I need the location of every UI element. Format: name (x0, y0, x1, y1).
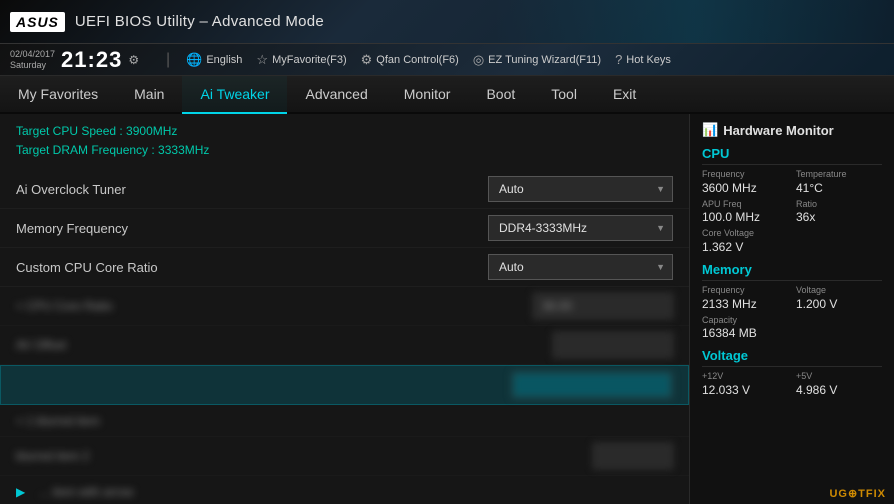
watermark: UG⊕TFIX (829, 487, 886, 500)
blurred-row-1: + CPU Core Ratio 36.00 (0, 287, 689, 326)
cpu-core-ratio-select[interactable]: Auto Sync All Cores Per Core (488, 254, 673, 280)
hw-voltage-section: Voltage (702, 348, 882, 367)
memory-freq-select-wrapper[interactable]: Auto DDR4-2133MHz DDR4-2400MHz DDR4-2666… (488, 215, 673, 241)
blurred-row-4: + 1 blurred item (0, 405, 689, 437)
hw-memory-section: Memory (702, 262, 882, 281)
blurred-value-3 (512, 372, 672, 398)
nav-bar: My Favorites Main Ai Tweaker Advanced Mo… (0, 76, 894, 114)
cpu-core-ratio-label: Custom CPU Core Ratio (16, 260, 488, 275)
qfan-label: Qfan Control(F6) (376, 54, 459, 66)
eztuning-icon: ◎ (473, 52, 484, 68)
toolbar-myfavorite[interactable]: ☆ MyFavorite(F3) (256, 52, 346, 68)
content-area: Target CPU Speed : 3900MHz Target DRAM F… (0, 114, 894, 504)
hw-memory-grid: Frequency 2133 MHz Voltage 1.200 V (702, 285, 882, 311)
asus-logo: ASUS (10, 12, 65, 32)
nav-monitor[interactable]: Monitor (386, 76, 469, 114)
ai-overclock-select-wrapper[interactable]: Auto Manual X.M.P. (488, 176, 673, 202)
eztuning-label: EZ Tuning Wizard(F11) (488, 54, 601, 66)
top-bar: ASUS UEFI BIOS Utility – Advanced Mode (0, 0, 894, 44)
time-display: 21:23 (61, 47, 122, 73)
hw-cpu-corevoltage-cell: Core Voltage 1.362 V (702, 228, 882, 254)
blurred-label-4: + 1 blurred item (16, 414, 100, 428)
favorite-icon: ☆ (256, 52, 268, 68)
nav-arrow-icon: ▶ (16, 485, 25, 499)
date-display: 02/04/2017 Saturday (10, 49, 55, 71)
bios-title: UEFI BIOS Utility – Advanced Mode (75, 13, 324, 30)
hw-cpu-ratio-cell: Ratio 36x (796, 199, 882, 225)
settings-area: Ai Overclock Tuner Auto Manual X.M.P. Me… (0, 164, 689, 504)
blurred-label-6: ... item with arrow (39, 485, 133, 499)
blurred-row-2: AV Offset (0, 326, 689, 365)
hw-cpu-section: CPU (702, 146, 882, 165)
separator-1: | (166, 51, 170, 69)
setting-row-memory-freq: Memory Frequency Auto DDR4-2133MHz DDR4-… (0, 209, 689, 248)
memory-freq-label: Memory Frequency (16, 221, 488, 236)
ai-overclock-control: Auto Manual X.M.P. (488, 176, 673, 202)
hw-cpu-freq-cell: Frequency 3600 MHz (702, 169, 788, 195)
hotkeys-icon: ? (615, 52, 622, 67)
toolbar-qfan[interactable]: ⚙ Qfan Control(F6) (361, 52, 459, 68)
favorite-label: MyFavorite(F3) (272, 54, 347, 66)
blurred-label-2: AV Offset (16, 338, 66, 352)
hw-12v-cell: +12V 12.033 V (702, 371, 788, 397)
target-cpu-speed: Target CPU Speed : 3900MHz (16, 122, 673, 141)
nav-exit[interactable]: Exit (595, 76, 654, 114)
target-info: Target CPU Speed : 3900MHz Target DRAM F… (0, 114, 689, 164)
toolbar-eztuning[interactable]: ◎ EZ Tuning Wizard(F11) (473, 52, 601, 68)
hw-mem-freq-cell: Frequency 2133 MHz (702, 285, 788, 311)
hw-cpu-apufreq-cell: APU Freq 100.0 MHz (702, 199, 788, 225)
settings-icon[interactable]: ⚙ (128, 53, 139, 67)
toolbar-language[interactable]: 🌐 English (186, 52, 242, 68)
second-bar: 02/04/2017 Saturday 21:23 ⚙ | 🌐 English … (0, 44, 894, 76)
hw-mem-capacity-cell: Capacity 16384 MB (702, 315, 882, 341)
cpu-core-ratio-control: Auto Sync All Cores Per Core (488, 254, 673, 280)
qfan-icon: ⚙ (361, 52, 373, 68)
datetime-section: 02/04/2017 Saturday 21:23 ⚙ (10, 47, 150, 73)
nav-my-favorites[interactable]: My Favorites (0, 76, 116, 114)
hardware-monitor-panel: 📊 Hardware Monitor CPU Frequency 3600 MH… (689, 114, 894, 504)
toolbar-hotkeys[interactable]: ? Hot Keys (615, 52, 671, 67)
hw-monitor-title: 📊 Hardware Monitor (702, 122, 882, 138)
nav-ai-tweaker[interactable]: Ai Tweaker (182, 76, 287, 114)
memory-freq-control: Auto DDR4-2133MHz DDR4-2400MHz DDR4-2666… (488, 215, 673, 241)
nav-main[interactable]: Main (116, 76, 182, 114)
language-label: English (206, 54, 242, 66)
nav-boot[interactable]: Boot (468, 76, 533, 114)
nav-tool[interactable]: Tool (533, 76, 595, 114)
blurred-value-5 (593, 443, 673, 469)
hw-monitor-icon: 📊 (702, 122, 718, 138)
memory-freq-select[interactable]: Auto DDR4-2133MHz DDR4-2400MHz DDR4-2666… (488, 215, 673, 241)
target-dram-freq: Target DRAM Frequency : 3333MHz (16, 141, 673, 160)
toolbar: 🌐 English ☆ MyFavorite(F3) ⚙ Qfan Contro… (186, 52, 671, 68)
setting-row-ai-overclock: Ai Overclock Tuner Auto Manual X.M.P. (0, 170, 689, 209)
hw-cpu-temp-cell: Temperature 41°C (796, 169, 882, 195)
cpu-core-ratio-select-wrapper[interactable]: Auto Sync All Cores Per Core (488, 254, 673, 280)
blurred-row-6: ▶ ... item with arrow (0, 476, 689, 504)
blurred-label-5: blurred item 2 (16, 449, 89, 463)
hw-cpu-grid: Frequency 3600 MHz Temperature 41°C APU … (702, 169, 882, 224)
language-icon: 🌐 (186, 52, 202, 68)
nav-advanced[interactable]: Advanced (287, 76, 385, 114)
hw-mem-voltage-cell: Voltage 1.200 V (796, 285, 882, 311)
ai-overclock-select[interactable]: Auto Manual X.M.P. (488, 176, 673, 202)
hotkeys-label: Hot Keys (626, 54, 671, 66)
hw-5v-cell: +5V 4.986 V (796, 371, 882, 397)
blurred-value-2 (553, 332, 673, 358)
blurred-row-5: blurred item 2 (0, 437, 689, 476)
blurred-value-1: 36.00 (533, 293, 673, 319)
main-panel: Target CPU Speed : 3900MHz Target DRAM F… (0, 114, 689, 504)
ai-overclock-label: Ai Overclock Tuner (16, 182, 488, 197)
blurred-label-1: + CPU Core Ratio (16, 299, 112, 313)
setting-row-cpu-core-ratio: Custom CPU Core Ratio Auto Sync All Core… (0, 248, 689, 287)
blurred-row-highlight (0, 365, 689, 405)
hw-voltage-grid: +12V 12.033 V +5V 4.986 V (702, 371, 882, 397)
